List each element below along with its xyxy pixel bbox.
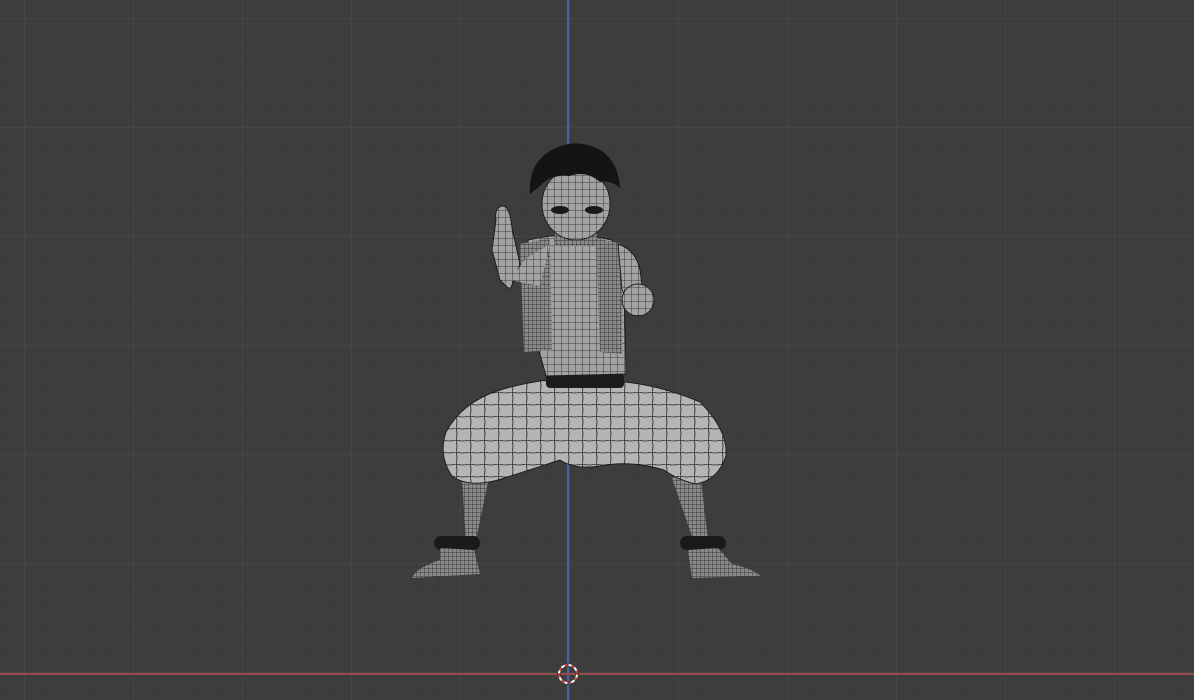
- eye-left: [551, 206, 569, 214]
- left-fist: [621, 283, 655, 317]
- x-axis-line: [0, 673, 1194, 675]
- left-shin: [462, 478, 488, 542]
- 3d-viewport[interactable]: [0, 0, 1194, 700]
- left-ankle-band: [434, 536, 480, 550]
- right-ankle-band: [680, 536, 726, 550]
- character-mesh-icon[interactable]: [400, 140, 770, 590]
- 3d-cursor-icon[interactable]: [556, 662, 580, 686]
- left-foot: [412, 548, 480, 578]
- vest-right: [596, 238, 622, 354]
- right-foot: [688, 548, 760, 578]
- eye-right: [585, 206, 603, 214]
- pants: [442, 379, 727, 485]
